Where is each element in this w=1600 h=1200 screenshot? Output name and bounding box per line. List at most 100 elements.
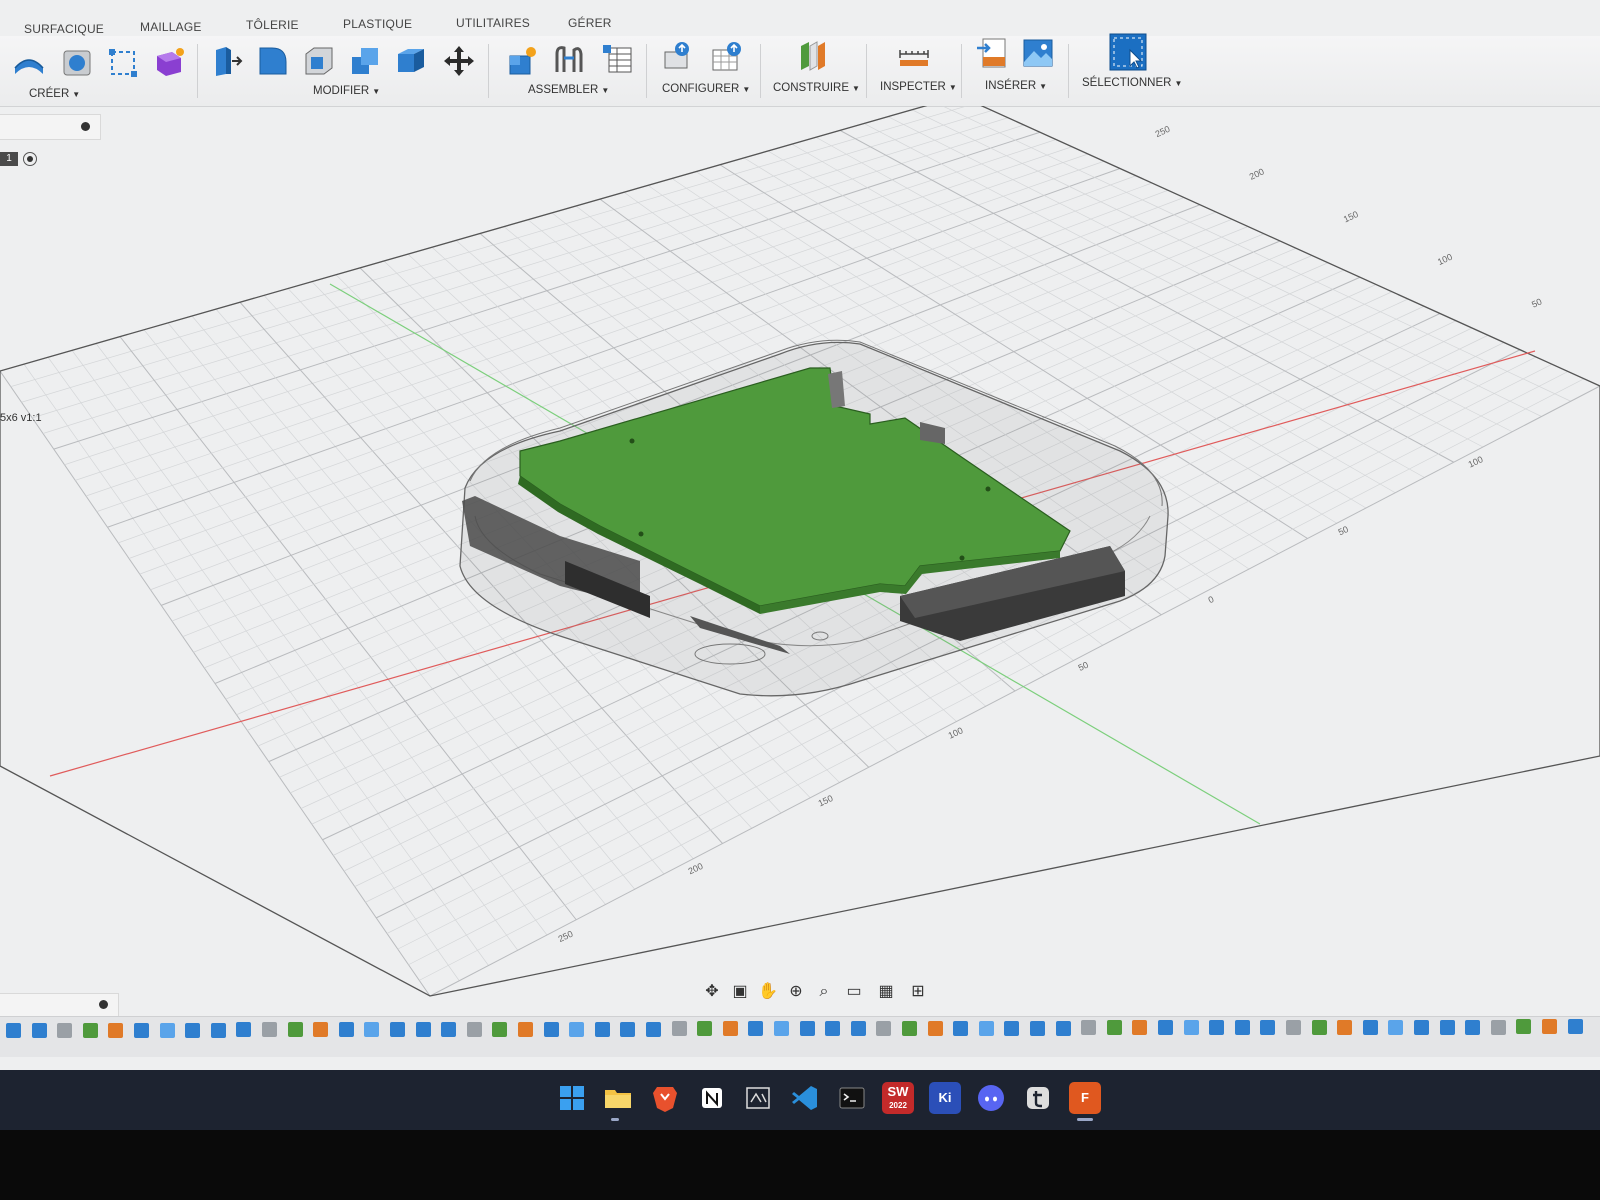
timeline-feature-icon[interactable] [799, 1021, 815, 1037]
timeline-feature-icon[interactable] [1516, 1019, 1532, 1035]
configure-design-button[interactable] [662, 40, 696, 74]
pan-hand-icon[interactable]: ✋ [756, 980, 780, 1004]
timeline-feature-icon[interactable] [1183, 1020, 1199, 1036]
timeline-feature-icon[interactable] [390, 1022, 405, 1038]
press-pull-button[interactable] [210, 44, 244, 78]
boundary-fill-button[interactable] [106, 46, 140, 80]
timeline-feature-icon[interactable] [927, 1020, 943, 1036]
terminal-icon[interactable] [836, 1082, 868, 1114]
bill-of-materials-button[interactable] [600, 42, 634, 76]
collapse-icon[interactable] [81, 122, 90, 131]
timeline-feature-icon[interactable] [1004, 1020, 1020, 1036]
combine-button[interactable] [348, 44, 382, 78]
create-menu[interactable]: CRÉER ▼ [29, 88, 80, 100]
timeline-feature-icon[interactable] [1158, 1020, 1173, 1036]
timeline-feature-icon[interactable] [1542, 1019, 1557, 1035]
tumblr-icon[interactable] [1022, 1082, 1054, 1114]
shell-button[interactable] [302, 44, 336, 78]
timeline-feature-icon[interactable] [134, 1022, 149, 1038]
orbit-icon[interactable]: ✥ [700, 980, 724, 1004]
timeline-feature-icon[interactable] [1106, 1020, 1122, 1036]
zoom-icon[interactable]: ⊕ [784, 980, 808, 1004]
timeline-feature-icon[interactable] [1209, 1020, 1225, 1036]
configuration-table-button[interactable] [710, 40, 744, 74]
timeline-feature-icon[interactable] [671, 1021, 687, 1037]
insert-menu[interactable]: INSÉRER ▼ [985, 80, 1047, 92]
timeline-feature-icon[interactable] [210, 1022, 226, 1038]
timeline-feature-icon[interactable] [1311, 1019, 1327, 1035]
measure-button[interactable] [897, 40, 931, 74]
move-copy-button[interactable] [442, 44, 476, 78]
timeline-feature-icon[interactable] [364, 1022, 380, 1038]
timeline-feature-icon[interactable] [825, 1021, 841, 1037]
tab-maillage[interactable]: MAILLAGE [140, 20, 202, 34]
timeline-feature-icon[interactable] [774, 1021, 789, 1037]
notion-icon[interactable] [696, 1082, 728, 1114]
timeline-feature-icon[interactable] [543, 1021, 559, 1037]
modify-menu[interactable]: MODIFIER ▼ [313, 85, 380, 97]
timeline-feature-icon[interactable] [1439, 1019, 1455, 1035]
timeline-feature-icon[interactable] [338, 1022, 354, 1038]
fusion360-icon[interactable]: F [1069, 1082, 1101, 1114]
timeline-feature-icon[interactable] [953, 1020, 969, 1036]
timeline-feature-icon[interactable] [1567, 1019, 1583, 1035]
create-form-button[interactable] [152, 46, 186, 80]
timeline-feature-icon[interactable] [1055, 1020, 1071, 1036]
timeline-feature-icon[interactable] [1414, 1019, 1429, 1035]
extrude-surface-button[interactable] [12, 46, 46, 80]
timeline-feature-icon[interactable] [313, 1022, 329, 1038]
timeline-feature-icon[interactable] [6, 1023, 21, 1038]
timeline-feature-icon[interactable] [978, 1020, 994, 1036]
timeline-feature-icon[interactable] [466, 1021, 482, 1037]
tab-tolerie[interactable]: TÔLERIE [246, 18, 299, 32]
timeline-feature-icon[interactable] [1030, 1020, 1045, 1036]
inspect-menu[interactable]: INSPECTER ▼ [880, 81, 957, 93]
timeline-feature-icon[interactable] [108, 1022, 124, 1038]
timeline-feature-icon[interactable] [748, 1021, 764, 1037]
timeline-feature-icon[interactable] [159, 1022, 175, 1038]
tab-plastique[interactable]: PLASTIQUE [343, 17, 412, 31]
timeline-feature-icon[interactable] [1132, 1020, 1148, 1036]
timeline-feature-icon[interactable] [569, 1021, 585, 1037]
timeline-feature-icon[interactable] [722, 1021, 738, 1037]
brave-browser-icon[interactable] [649, 1082, 681, 1114]
timeline-feature-icon[interactable] [876, 1020, 892, 1036]
timeline-feature-icon[interactable] [594, 1021, 610, 1037]
timeline-feature-icon[interactable] [620, 1021, 636, 1037]
tab-utilitaires[interactable]: UTILITAIRES [456, 16, 530, 30]
insert-canvas-button[interactable] [1021, 36, 1055, 70]
file-explorer-icon[interactable] [602, 1082, 634, 1114]
browser-panel-header[interactable] [0, 114, 101, 140]
timeline-feature-icon[interactable] [1490, 1019, 1506, 1035]
timeline-feature-icon[interactable] [441, 1021, 457, 1037]
grid-settings-icon[interactable]: ▦ [874, 980, 898, 1004]
kicad-icon[interactable]: Ki [929, 1082, 961, 1114]
latex-editor-icon[interactable] [742, 1082, 774, 1114]
timeline-feature-icon[interactable] [185, 1022, 201, 1038]
offset-plane-button[interactable] [795, 38, 829, 72]
timeline-feature-icon[interactable] [1465, 1019, 1481, 1035]
timeline-feature-icon[interactable] [82, 1022, 98, 1038]
assemble-menu[interactable]: ASSEMBLER ▼ [528, 84, 609, 96]
discord-icon[interactable] [975, 1082, 1007, 1114]
tab-surfacique[interactable]: SURFACIQUE [24, 22, 104, 36]
timeline-feature-icon[interactable] [1260, 1020, 1276, 1036]
timeline-feature-icon[interactable] [518, 1021, 533, 1037]
fillet-button[interactable] [256, 44, 290, 78]
timeline-feature-icon[interactable] [262, 1022, 277, 1038]
vscode-icon[interactable] [789, 1082, 821, 1114]
windows-start-icon[interactable] [556, 1082, 588, 1114]
configure-menu[interactable]: CONFIGURER ▼ [662, 83, 750, 95]
joint-button[interactable] [552, 42, 586, 76]
patch-button[interactable] [60, 46, 94, 80]
timeline-feature-icon[interactable] [492, 1021, 508, 1037]
timeline-feature-icon[interactable] [1337, 1019, 1353, 1035]
look-at-icon[interactable]: ▣ [728, 980, 752, 1004]
tab-gerer[interactable]: GÉRER [568, 16, 612, 30]
active-component-radio-icon[interactable] [23, 152, 37, 166]
timeline-feature-icon[interactable] [31, 1022, 47, 1038]
solidworks-icon[interactable]: SW 2022 [882, 1082, 914, 1114]
timeline-feature-icon[interactable] [1286, 1020, 1301, 1035]
timeline-feature-icon[interactable] [287, 1022, 303, 1038]
3d-viewport[interactable]: 25020015010050010050050100150200250 [0, 106, 1600, 1016]
